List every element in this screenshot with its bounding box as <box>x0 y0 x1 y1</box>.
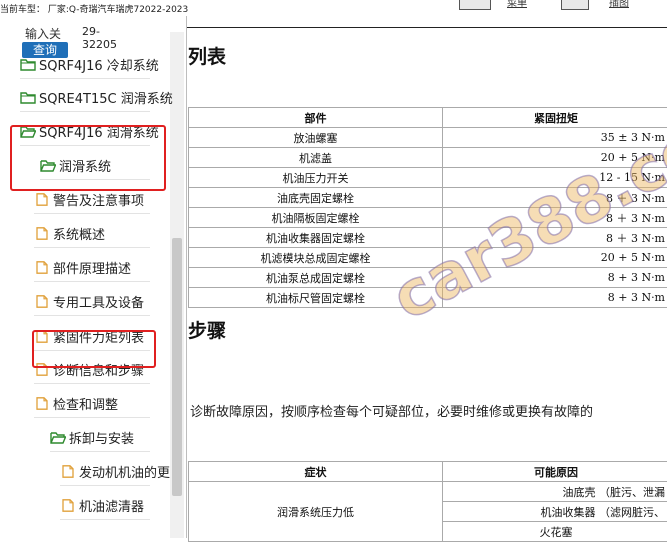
cause-cell: 油底壳 （脏污、泄漏 <box>443 482 667 502</box>
tree-item-label: 系统概述 <box>53 224 105 243</box>
tree-item[interactable]: 拆卸与安装 <box>50 426 134 448</box>
folder-open-icon <box>50 431 69 444</box>
tree-separator <box>20 111 150 112</box>
column-header-cause: 可能原因 <box>443 462 667 482</box>
tree-item-label: 发动机机油的更 <box>79 462 170 481</box>
tree-item[interactable]: 系统概述 <box>34 222 105 244</box>
tree-item-label: 检查和调整 <box>53 394 118 413</box>
menu-icon[interactable] <box>459 0 491 10</box>
page-title: 列表 <box>188 42 226 69</box>
tree-separator <box>34 383 150 384</box>
search-input[interactable]: 29-32205 <box>82 25 122 51</box>
section-title: 步骤 <box>188 316 226 343</box>
tree-item[interactable]: SQRF4J16 冷却系统 <box>20 53 159 75</box>
highlight-box <box>10 125 166 191</box>
table-row: 放油螺塞35 ± 3 N·m <box>189 128 667 148</box>
tree-item-label: 警告及注意事项 <box>53 190 144 209</box>
symptom-cell: 润滑系统压力低 <box>189 482 443 542</box>
tree-item-label: SQRF4J16 冷却系统 <box>39 55 159 74</box>
tree-item[interactable]: 发动机机油的更 <box>60 460 170 482</box>
document-icon <box>60 499 79 512</box>
tree-item[interactable]: 部件原理描述 <box>34 256 131 278</box>
tree-separator <box>60 485 150 486</box>
tree-item[interactable]: 警告及注意事项 <box>34 188 144 210</box>
search-label: 输入关 <box>25 25 61 42</box>
tree-separator <box>34 213 150 214</box>
symptom-table: 症状 可能原因 润滑系统压力低 油底壳 （脏污、泄漏 机油收集器 （滤网脏污、 … <box>188 461 667 542</box>
tree-separator <box>50 451 150 452</box>
tree-item[interactable]: 专用工具及设备 <box>34 290 144 312</box>
document-top-rule <box>187 27 667 28</box>
illustration-icon[interactable] <box>561 0 589 10</box>
part-cell: 机油隔板固定螺栓 <box>189 208 443 228</box>
tree-separator <box>34 247 150 248</box>
tree-separator <box>34 281 150 282</box>
column-header-symptom: 症状 <box>189 462 443 482</box>
column-header-part: 部件 <box>189 108 443 128</box>
part-cell: 油底壳固定螺栓 <box>189 188 443 208</box>
folder-icon <box>20 91 39 104</box>
tree-item-label: SQRE4T15C 润滑系统 <box>39 88 173 107</box>
document-icon <box>34 397 53 410</box>
top-bar: 当前车型： 厂家:Q-奇瑞汽车瑞虎72022-2023 菜单 插图 <box>0 0 667 16</box>
column-header-torque: 紧固扭矩 <box>443 108 667 128</box>
document-icon <box>34 227 53 240</box>
part-cell: 机滤盖 <box>189 148 443 168</box>
tree-item-label: 拆卸与安装 <box>69 428 134 447</box>
document-icon <box>60 465 79 478</box>
part-cell: 机油压力开关 <box>189 168 443 188</box>
highlight-box <box>32 330 156 368</box>
tree-item[interactable]: 机油滤清器 <box>60 494 144 516</box>
tree-separator <box>34 315 150 316</box>
tree-separator <box>60 519 150 520</box>
tree-separator <box>20 78 150 79</box>
folder-icon <box>20 58 39 71</box>
tree-item[interactable]: 检查和调整 <box>34 392 118 414</box>
tree-item-label: 专用工具及设备 <box>53 292 144 311</box>
scrollbar-thumb[interactable] <box>172 238 182 496</box>
tree-item-label: 机油滤清器 <box>79 496 144 515</box>
vehicle-info: 当前车型： 厂家:Q-奇瑞汽车瑞虎72022-2023 <box>0 2 188 15</box>
illustration-button[interactable]: 插图 <box>609 0 629 8</box>
part-cell: 放油螺塞 <box>189 128 443 148</box>
menu-button[interactable]: 菜单 <box>507 0 527 8</box>
cause-cell: 火花塞 <box>443 522 667 542</box>
tree-item[interactable]: SQRE4T15C 润滑系统 <box>20 86 173 108</box>
document-icon <box>34 295 53 308</box>
document-icon <box>34 261 53 274</box>
document-icon <box>34 193 53 206</box>
diagnostic-paragraph: 诊断故障原因，按顺序检查每个可疑部位，必要时维修或更换有故障的 <box>190 401 593 420</box>
tree-separator <box>34 417 150 418</box>
tree-item-label: 部件原理描述 <box>53 258 131 277</box>
cause-cell: 机油收集器 （滤网脏污、 <box>443 502 667 522</box>
part-cell: 机油收集器固定螺栓 <box>189 228 443 248</box>
